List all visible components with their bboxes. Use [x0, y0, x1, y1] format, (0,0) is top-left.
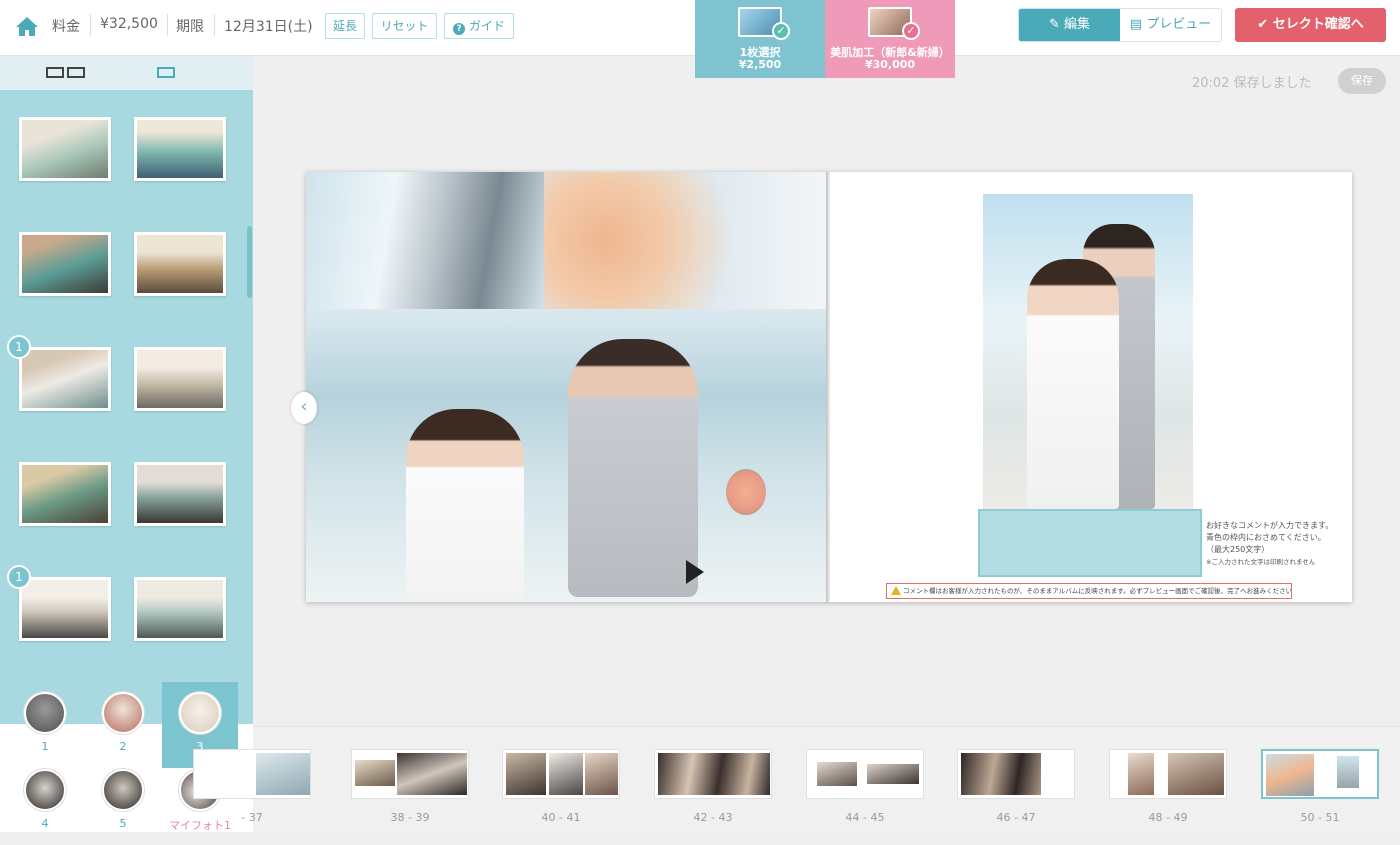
book-icon: ▤ [1129, 17, 1143, 32]
face-avatar [179, 692, 221, 734]
photo-thumbnail[interactable] [19, 462, 111, 526]
face-label: 4 [41, 817, 49, 830]
edit-mode-button[interactable]: ✎ 編集 [1019, 9, 1120, 41]
photo-thumbnail[interactable] [134, 117, 226, 181]
photo-thumbnail[interactable] [134, 462, 226, 526]
page-thumbnail-selected[interactable] [1261, 749, 1379, 799]
sidebar-scrollbar[interactable] [247, 226, 252, 298]
face-avatar [24, 769, 66, 811]
page-thumbnail[interactable] [193, 749, 311, 799]
save-status: 20:02 保存しました [1192, 76, 1312, 91]
photo-slot-main-couple[interactable] [306, 309, 826, 602]
page-thumbnail[interactable] [1109, 749, 1227, 799]
deadline-value: 12月31日(土) [224, 19, 313, 35]
deadline-label: 期限 [176, 19, 204, 35]
comment-warning: コメント欄はお客様が入力されたものが、そのままアルバムに反映されます。必ずプレビ… [886, 583, 1292, 599]
pencil-icon: ✎ [1048, 17, 1060, 32]
play-cursor-icon [686, 560, 704, 584]
reset-button[interactable]: リセット [372, 13, 437, 39]
page-thumbnail[interactable] [351, 749, 469, 799]
preview-label: プレビュー [1146, 17, 1212, 32]
photo-thumbnail[interactable] [19, 347, 111, 411]
page-number-label: 44 - 45 [845, 811, 885, 824]
photo-thumbnail[interactable] [19, 117, 111, 181]
bride-figure [1027, 259, 1119, 509]
page-number-label: 38 - 39 [390, 811, 430, 824]
selection-tab-price: ¥30,000 [864, 58, 916, 71]
page-number-label: 42 - 43 [693, 811, 733, 824]
home-icon[interactable] [14, 14, 40, 38]
selected-count-badge: 1 [7, 565, 31, 589]
page-number-label: - 37 [241, 811, 263, 824]
comment-hint-line: （最大250文字） [1206, 545, 1270, 554]
photo-thumbnail[interactable] [19, 232, 111, 296]
page-number-label: 48 - 49 [1148, 811, 1188, 824]
face-label: 2 [119, 740, 127, 753]
bride-figure [406, 409, 524, 599]
face-label: 5 [119, 817, 127, 830]
price-value: ¥32,500 [100, 16, 158, 32]
page-number-label: 46 - 47 [996, 811, 1036, 824]
photo-thumbnail[interactable] [134, 347, 226, 411]
page-thumbnail[interactable] [654, 749, 772, 799]
selection-tab-price: ¥2,500 [738, 58, 782, 71]
face-avatar [102, 769, 144, 811]
divider [214, 14, 215, 36]
mode-switch: ✎ 編集 ▤ プレビュー [1018, 8, 1222, 42]
chevron-left-icon: ‹ [300, 396, 308, 417]
divider [167, 14, 168, 36]
page-number-label: 40 - 41 [541, 811, 581, 824]
photo-slot-couple-beach[interactable] [306, 172, 544, 309]
preview-mode-button[interactable]: ▤ プレビュー [1120, 9, 1221, 41]
check-icon: ✔ [1257, 17, 1269, 32]
face-avatar [102, 692, 144, 734]
selection-tab-single[interactable]: ✓ 1枚選択 ¥2,500 [695, 0, 825, 78]
one-column-view-icon[interactable] [157, 67, 175, 78]
bouquet [726, 469, 766, 515]
page-number-label: 50 - 51 [1300, 811, 1340, 824]
photo-thumbnail[interactable] [19, 577, 111, 641]
help-icon: ? [453, 23, 466, 35]
page-thumbnail[interactable] [957, 749, 1075, 799]
comment-hint: お好きなコメントが入力できます。 青色の枠内におさめてください。 （最大250文… [1206, 520, 1350, 568]
photo-sidebar: 1 1 1 2 3 4 5 マイフォト1 [0, 56, 253, 832]
guide-label: ガイド [468, 19, 505, 33]
photo-slot-bouquet-hands[interactable] [544, 172, 826, 309]
groom-figure [568, 339, 698, 597]
previous-page-button[interactable]: ‹ [291, 392, 317, 424]
page-thumbnail[interactable] [806, 749, 924, 799]
comment-hint-line: ※ご入力された文字は印刷されません [1206, 558, 1316, 566]
page-thumbnail[interactable] [502, 749, 620, 799]
face-filter-4[interactable]: 4 [7, 759, 83, 845]
confirm-selection-button[interactable]: ✔ セレクト確認へ [1235, 8, 1386, 42]
divider [90, 14, 91, 36]
two-column-view-icon[interactable] [46, 67, 86, 79]
comment-input-area[interactable] [978, 509, 1202, 577]
check-circle-icon: ✓ [772, 22, 790, 40]
page-filmstrip: - 37 38 - 39 40 - 41 42 - 43 44 - 45 46 … [193, 726, 1400, 832]
page-gutter [826, 172, 830, 602]
warning-text: コメント欄はお客様が入力されたものが、そのままアルバムに反映されます。必ずプレビ… [903, 587, 1292, 595]
check-circle-icon: ✓ [902, 22, 920, 40]
face-filter-1[interactable]: 1 [7, 682, 83, 768]
selected-count-badge: 1 [7, 335, 31, 359]
confirm-label: セレクト確認へ [1272, 17, 1364, 32]
selection-tab-retouch[interactable]: ✓ 美肌加工（新郎&新婦） ¥30,000 [825, 0, 955, 78]
face-avatar [24, 692, 66, 734]
extend-button[interactable]: 延長 [325, 13, 365, 39]
warning-icon [891, 586, 901, 595]
edit-label: 編集 [1064, 17, 1091, 32]
guide-button[interactable]: ? ガイド [444, 13, 514, 39]
view-toggle [0, 56, 253, 90]
face-filter-5[interactable]: 5 [85, 759, 161, 845]
face-filter-2[interactable]: 2 [85, 682, 161, 768]
save-button[interactable]: 保存 [1338, 68, 1386, 94]
photo-slot-standing-couple[interactable] [983, 194, 1193, 509]
comment-hint-line: お好きなコメントが入力できます。 [1206, 521, 1334, 530]
price-label: 料金 [52, 19, 80, 35]
face-label: 1 [41, 740, 49, 753]
photo-thumbnail[interactable] [134, 232, 226, 296]
photo-thumbnail[interactable] [134, 577, 226, 641]
comment-hint-line: 青色の枠内におさめてください。 [1206, 533, 1326, 542]
